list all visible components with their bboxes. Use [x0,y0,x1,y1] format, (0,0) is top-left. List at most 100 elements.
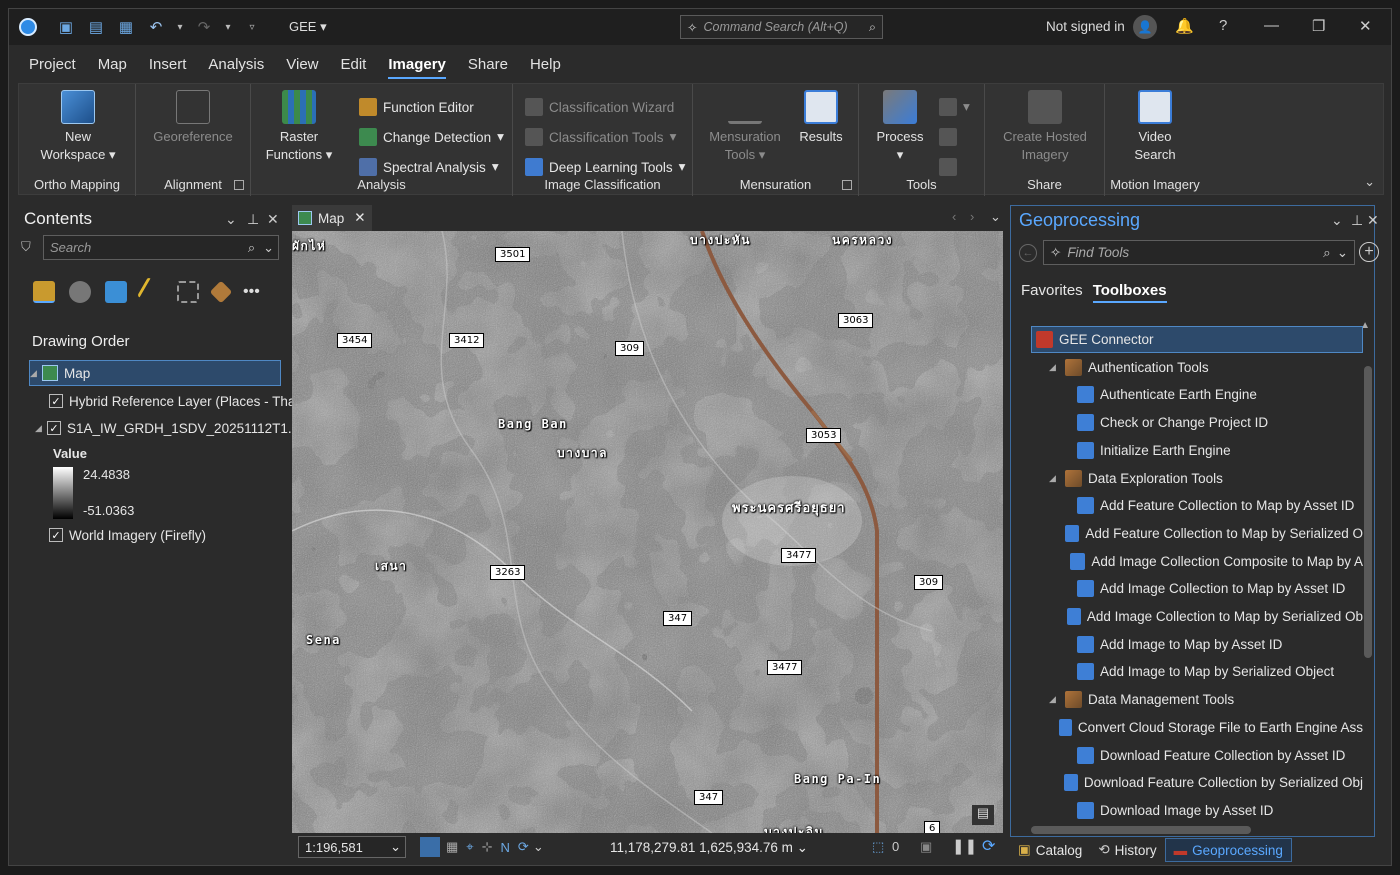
pane-options-icon[interactable]: ⌄ [225,211,237,228]
tab-view[interactable]: View [286,45,330,83]
process-button[interactable]: Process ▾ [869,90,931,164]
collapse-ribbon-icon[interactable]: ⌄ [1364,174,1375,190]
list-by-drawing-order-icon[interactable] [33,281,55,303]
restore-icon[interactable]: ❐ [1312,17,1325,35]
contents-search-input[interactable]: Search ⌕ ⌄ [43,235,279,260]
collapse-icon[interactable]: ◢ [35,423,47,434]
toolbox-item[interactable]: GEE Connector [1031,326,1363,353]
layer-s1a[interactable]: ◢ ✓ S1A_IW_GRDH_1SDV_20251112T1... [35,415,299,441]
search-dropdown-icon[interactable]: ⌄ [1337,245,1348,261]
tools-small-1-button[interactable]: ▾ [939,98,970,116]
classification-tools-button[interactable]: Classification Tools ▾ [525,128,676,146]
tool-item[interactable]: Add Image to Map by Serialized Object [1011,658,1363,685]
tools-small-3-button[interactable] [939,158,957,176]
map-notes-icon[interactable]: ▤ [972,805,994,825]
new-project-icon[interactable]: ▣ [55,16,77,38]
tab-history[interactable]: ⟲ History [1090,838,1164,862]
pin-icon[interactable]: ⊥ [247,211,259,228]
collapse-icon[interactable]: ◢ [30,368,42,379]
snapping-icon[interactable]: ⌖ [466,839,473,855]
nav-dropdown-icon[interactable]: ⌄ [533,839,544,855]
scale-selector[interactable]: 1:196,581 ⌄ [298,836,406,858]
more-icon[interactable]: ••• [243,283,260,301]
sign-in-status[interactable]: Not signed in [1046,19,1125,34]
horizontal-scrollbar[interactable] [1031,826,1251,834]
coordinate-readout[interactable]: 11,178,279.81 1,625,934.76 m ⌄ [610,840,808,856]
filter-icon[interactable]: ⛉ [21,239,31,255]
list-by-data-source-icon[interactable] [69,281,91,303]
tab-help[interactable]: Help [530,45,573,83]
grid-icon[interactable]: ▦ [446,839,458,855]
customize-qat-icon[interactable]: ▿ [241,16,263,38]
tool-item[interactable]: Initialize Earth Engine [1011,437,1363,464]
raster-functions-button[interactable]: Raster Functions ▾ [263,90,335,164]
user-avatar-icon[interactable]: 👤 [1133,15,1157,39]
add-toolbox-icon[interactable]: + [1359,242,1379,262]
georeference-button[interactable]: Georeference [148,90,238,146]
tool-item[interactable]: Add Image to Map by Asset ID [1011,631,1363,658]
toolset-item[interactable]: ◢ Authentication Tools [1011,354,1363,381]
layer-world-imagery[interactable]: ✓ World Imagery (Firefly) [49,522,206,548]
north-arrow-icon[interactable]: N [501,840,510,855]
tab-favorites[interactable]: Favorites [1021,282,1083,303]
toolset-item[interactable]: ◢ Data Management Tools [1011,686,1363,713]
new-workspace-button[interactable]: New Workspace ▾ [37,90,119,164]
notification-bell-icon[interactable]: 🔔 [1175,17,1194,35]
help-button[interactable]: ? [1219,17,1227,34]
tab-edit[interactable]: Edit [341,45,379,83]
tab-project[interactable]: Project [29,45,88,83]
tool-item[interactable]: Add Image Collection to Map by Asset ID [1011,575,1363,602]
tab-catalog[interactable]: ▣ Catalog [1010,838,1090,862]
back-icon[interactable]: ← [1019,244,1037,262]
list-by-editing-icon[interactable] [136,276,168,308]
tool-item[interactable]: Authenticate Earth Engine [1011,381,1363,408]
save-project-icon[interactable]: ▦ [115,16,137,38]
tab-insert[interactable]: Insert [149,45,199,83]
video-search-button[interactable]: Video Search [1123,90,1187,164]
tool-item[interactable]: Download Image by Asset ID [1011,797,1363,824]
search-dropdown-icon[interactable]: ⌄ [263,240,274,256]
create-hosted-imagery-button[interactable]: Create Hosted Imagery [993,90,1097,164]
list-by-selection-icon[interactable] [105,281,127,303]
app-logo-icon[interactable] [19,18,37,36]
refresh-cache-icon[interactable]: ▣ [920,839,932,855]
pause-drawing-icon[interactable]: ❚❚ [952,837,977,855]
results-button[interactable]: Results [793,90,849,146]
constraint-icon[interactable]: ⊹ [482,839,493,855]
list-by-labeling-icon[interactable] [209,280,233,304]
mensuration-tools-button[interactable]: Mensuration Tools ▾ [707,90,783,164]
tab-toolboxes[interactable]: Toolboxes [1092,282,1167,303]
deep-learning-tools-button[interactable]: Deep Learning Tools ▾ [525,158,685,176]
selection-icon[interactable]: ⬚ [872,839,884,855]
tool-item[interactable]: Download Feature Collection by Asset ID [1011,742,1363,769]
close-pane-icon[interactable]: ✕ [1367,212,1379,229]
close-tab-icon[interactable]: ✕ [354,210,365,226]
tab-geoprocessing[interactable]: ▬ Geoprocessing [1164,838,1292,862]
alignment-launcher-icon[interactable] [234,180,244,190]
close-icon[interactable]: ✕ [1359,17,1372,35]
command-search[interactable]: ✧ Command Search (Alt+Q) ⌕ [680,15,883,39]
tool-item[interactable]: Add Feature Collection to Map by Seriali… [1011,520,1363,547]
close-pane-icon[interactable]: ✕ [267,211,279,228]
function-editor-button[interactable]: Function Editor [359,98,474,116]
toolset-item[interactable]: ◢ Data Exploration Tools [1011,465,1363,492]
undo-icon[interactable]: ↶ [145,16,167,38]
tab-share[interactable]: Share [468,45,520,83]
tool-item[interactable]: Add Image Collection to Map by Serialize… [1011,603,1363,630]
open-project-icon[interactable]: ▤ [85,16,107,38]
spectral-analysis-button[interactable]: Spectral Analysis ▾ [359,158,499,176]
tool-item[interactable]: Download Feature Collection by Serialize… [1011,769,1363,796]
pin-icon[interactable]: ⊥ [1351,212,1363,229]
tool-item[interactable]: Add Feature Collection to Map by Asset I… [1011,492,1363,519]
layer-visibility-checkbox[interactable]: ✓ [49,394,63,408]
collapse-icon[interactable]: ◢ [1049,694,1065,705]
minimize-icon[interactable]: — [1264,17,1279,34]
change-detection-button[interactable]: Change Detection ▾ [359,128,504,146]
tab-analysis[interactable]: Analysis [208,45,276,83]
redo-icon[interactable]: ↷ [193,16,215,38]
tools-small-2-button[interactable] [939,128,957,146]
find-tools-input[interactable]: ✧ Find Tools ⌕ ⌄ [1043,240,1355,265]
mensuration-launcher-icon[interactable] [842,180,852,190]
map-canvas[interactable]: 3501 3454 3412 309 3063 3053 3477 3263 3… [292,231,1003,833]
redo-dropdown-icon[interactable]: ▾ [223,16,233,38]
